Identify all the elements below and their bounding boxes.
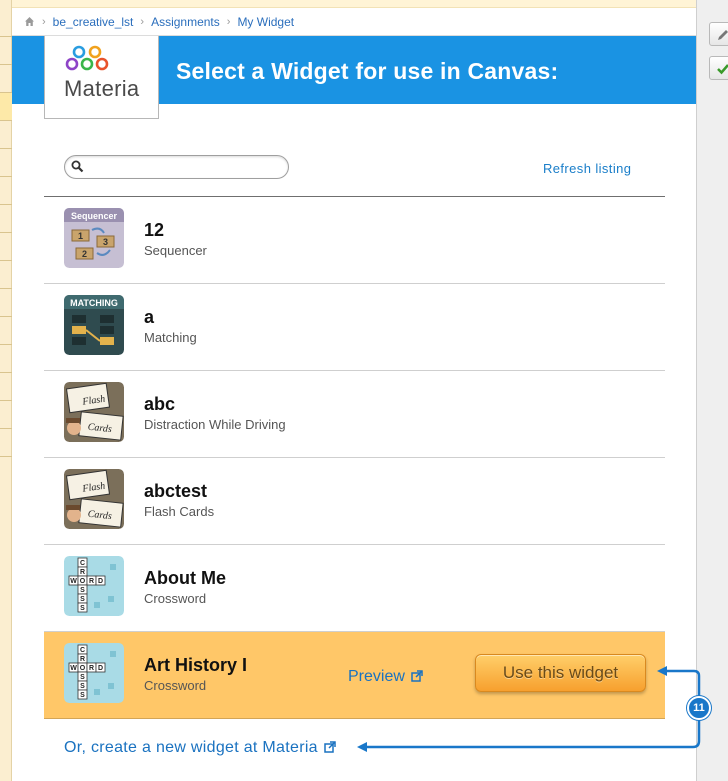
widget-row[interactable]: Flash Cards abctest Flash Cards bbox=[44, 458, 665, 545]
strip-cell bbox=[0, 204, 12, 232]
widget-type: Flash Cards bbox=[144, 504, 215, 519]
strip-cell bbox=[0, 456, 12, 484]
strip-cell bbox=[0, 176, 12, 204]
svg-text:S: S bbox=[80, 683, 85, 690]
flashcards-icon: Flash Cards bbox=[64, 382, 124, 442]
breadcrumb: › be_creative_lst › Assignments › My Wid… bbox=[12, 8, 696, 36]
svg-text:S: S bbox=[80, 692, 85, 699]
svg-text:Sequencer: Sequencer bbox=[71, 211, 118, 221]
svg-text:S: S bbox=[80, 674, 85, 681]
widget-name: Art History I bbox=[144, 655, 248, 675]
svg-text:3: 3 bbox=[103, 237, 108, 247]
breadcrumb-current[interactable]: My Widget bbox=[237, 15, 294, 29]
preview-link[interactable]: Preview bbox=[348, 668, 423, 686]
materia-logo-icon bbox=[65, 45, 109, 71]
widget-list: Sequencer 1 3 2 12 Sequencer MATCHING a … bbox=[44, 196, 665, 719]
widget-type: Distraction While Driving bbox=[144, 417, 286, 432]
materia-logo: Materia bbox=[44, 36, 159, 119]
strip-cell bbox=[0, 344, 12, 372]
svg-text:MATCHING: MATCHING bbox=[70, 298, 118, 308]
sequencer-icon: Sequencer 1 3 2 bbox=[64, 208, 124, 268]
strip-cell bbox=[0, 260, 12, 288]
widget-name: abctest bbox=[144, 481, 208, 501]
matching-icon: MATCHING bbox=[64, 295, 124, 355]
flashcards-icon: Flash Cards bbox=[64, 469, 124, 529]
svg-text:D: D bbox=[98, 665, 103, 672]
breadcrumb-course[interactable]: be_creative_lst bbox=[53, 15, 134, 29]
svg-text:S: S bbox=[80, 596, 85, 603]
svg-text:O: O bbox=[80, 665, 86, 672]
strip-cell bbox=[0, 120, 12, 148]
pencil-icon bbox=[718, 30, 728, 40]
external-link-icon bbox=[411, 670, 423, 682]
top-strip bbox=[0, 0, 728, 8]
right-toolbar bbox=[696, 0, 728, 781]
widget-name: a bbox=[144, 307, 155, 327]
widget-type: Crossword bbox=[144, 678, 207, 693]
use-this-widget-button[interactable]: Use this widget bbox=[475, 654, 646, 692]
search-input[interactable] bbox=[89, 158, 279, 176]
svg-text:O: O bbox=[80, 578, 86, 585]
callout-badge: 11 bbox=[687, 696, 711, 720]
preview-label: Preview bbox=[348, 668, 405, 685]
chevron-right-icon: › bbox=[140, 15, 145, 28]
chevron-right-icon: › bbox=[42, 15, 46, 28]
strip-cell bbox=[0, 64, 12, 92]
widget-row[interactable]: CR WO RD SS S About Me Crossword bbox=[44, 545, 665, 632]
widget-row[interactable]: MATCHING a Matching bbox=[44, 284, 665, 371]
strip-cell bbox=[0, 232, 12, 260]
strip-cell bbox=[0, 148, 12, 176]
widget-row[interactable]: Sequencer 1 3 2 12 Sequencer bbox=[44, 197, 665, 284]
crossword-icon: CR WO RD SS S bbox=[64, 643, 124, 703]
confirm-button[interactable] bbox=[709, 56, 728, 80]
create-widget-label: Or, create a new widget at Materia bbox=[64, 739, 318, 756]
svg-text:R: R bbox=[80, 569, 85, 576]
create-widget-link[interactable]: Or, create a new widget at Materia bbox=[64, 739, 336, 757]
svg-text:W: W bbox=[70, 665, 77, 672]
svg-text:C: C bbox=[80, 560, 85, 567]
search-field[interactable] bbox=[64, 155, 289, 179]
external-link-icon bbox=[324, 741, 336, 753]
svg-text:R: R bbox=[89, 578, 94, 585]
edit-button[interactable] bbox=[709, 22, 728, 46]
svg-text:S: S bbox=[80, 587, 85, 594]
search-icon bbox=[71, 160, 84, 173]
strip-cell bbox=[0, 316, 12, 344]
svg-text:S: S bbox=[80, 605, 85, 612]
widget-row[interactable]: Flash Cards abc Distraction While Drivin… bbox=[44, 371, 665, 458]
svg-text:W: W bbox=[70, 578, 77, 585]
page-title: Select a Widget for use in Canvas: bbox=[176, 58, 559, 84]
strip-cell bbox=[0, 288, 12, 316]
crossword-icon: CR WO RD SS S bbox=[64, 556, 124, 616]
widget-row-selected[interactable]: CR WO RD SS S Art History I Crossword Pr… bbox=[44, 632, 665, 719]
chevron-right-icon: › bbox=[226, 15, 231, 28]
breadcrumb-assignments[interactable]: Assignments bbox=[151, 15, 220, 29]
widget-picker-panel: Select a Widget for use in Canvas: Mater… bbox=[12, 36, 696, 781]
svg-text:D: D bbox=[98, 578, 103, 585]
strip-cell bbox=[0, 372, 12, 400]
home-icon[interactable] bbox=[24, 16, 35, 27]
widget-type: Matching bbox=[144, 330, 197, 345]
widget-name: abc bbox=[144, 394, 176, 414]
svg-text:R: R bbox=[80, 656, 85, 663]
widget-type: Sequencer bbox=[144, 243, 207, 258]
widget-name: 12 bbox=[144, 220, 165, 240]
strip-cell bbox=[0, 36, 12, 64]
svg-text:2: 2 bbox=[82, 249, 87, 259]
strip-cell bbox=[0, 428, 12, 456]
checkmark-icon bbox=[717, 64, 728, 75]
refresh-listing-link[interactable]: Refresh listing bbox=[543, 161, 631, 176]
svg-text:1: 1 bbox=[78, 231, 83, 241]
logo-text: Materia bbox=[64, 76, 140, 101]
widget-name: About Me bbox=[144, 568, 226, 588]
strip-cell bbox=[0, 92, 12, 120]
widget-type: Crossword bbox=[144, 591, 207, 606]
svg-text:R: R bbox=[89, 665, 94, 672]
strip-cell bbox=[0, 400, 12, 428]
svg-text:C: C bbox=[80, 647, 85, 654]
left-background-strip bbox=[0, 0, 12, 781]
